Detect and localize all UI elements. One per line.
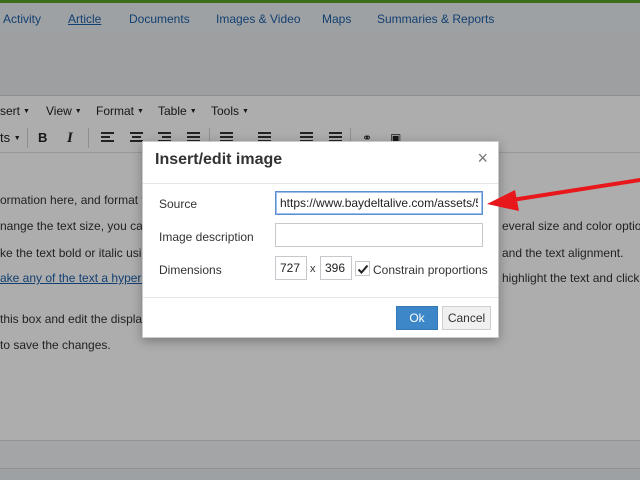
annotation-arrow [487, 178, 640, 211]
